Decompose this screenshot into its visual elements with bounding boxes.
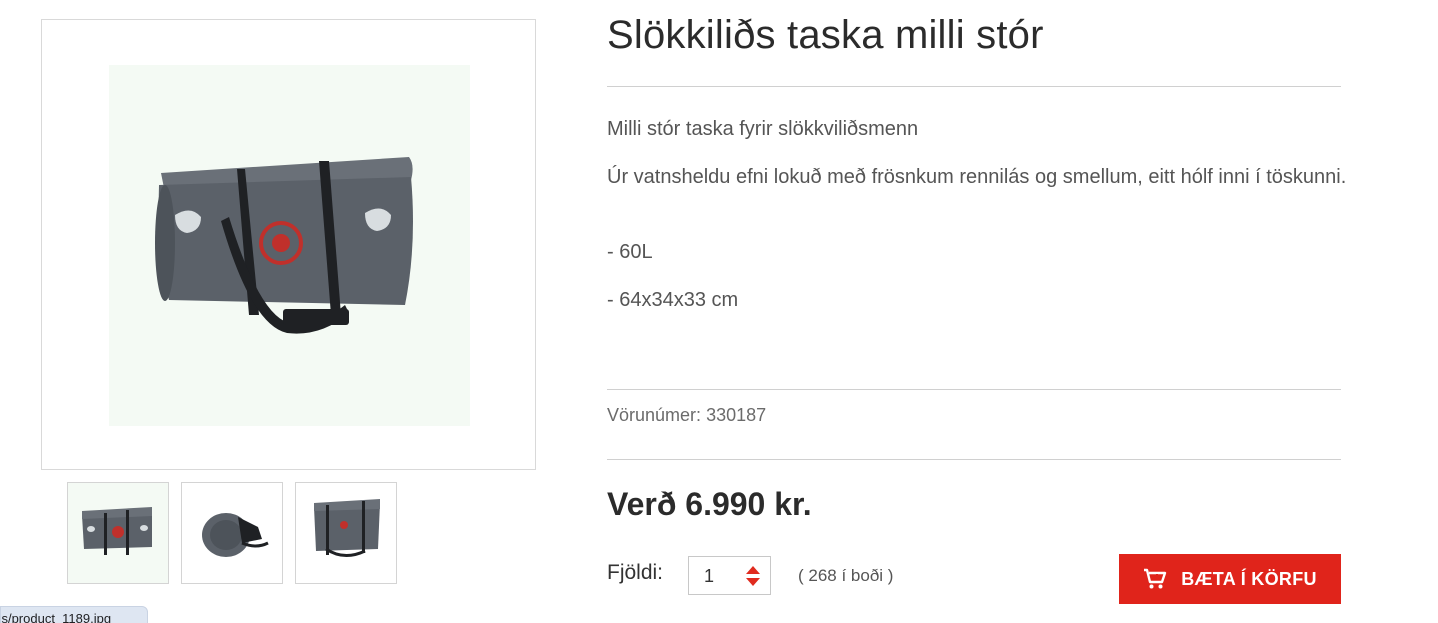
- thumbnail-bag-side-image: [182, 483, 282, 583]
- sku-label: Vörunúmer:: [607, 405, 702, 425]
- divider-middle: [607, 389, 1341, 390]
- thumbnail-bag-front-image: [68, 483, 168, 583]
- stock-availability: ( 268 í boði ): [798, 566, 894, 585]
- quantity-stepper[interactable]: 1: [688, 556, 771, 595]
- add-to-cart-label: BÆTA Í KÖRFU: [1181, 568, 1317, 589]
- caret-up-icon[interactable]: [746, 566, 760, 574]
- quantity-arrows: [746, 563, 760, 589]
- product-description-material: Úr vatnsheldu efni lokuð með frösnkum re…: [607, 166, 1347, 188]
- product-spec-volume: - 60L: [607, 241, 653, 263]
- product-description-intro: Milli stór taska fyrir slökkviliðsmenn: [607, 118, 919, 140]
- duffel-bag-illustration: [155, 157, 413, 334]
- product-sku: Vörunúmer: 330187: [607, 405, 766, 426]
- thumbnail-bag-top-image: [296, 483, 396, 583]
- product-title: Slökkiliðs taska milli stór: [607, 13, 1044, 57]
- product-price: Verð 6.990 kr.: [607, 486, 812, 522]
- divider-bottom: [607, 459, 1341, 460]
- status-bar-url: ges/product_1189.jpg: [0, 606, 148, 623]
- divider-top: [607, 86, 1341, 87]
- thumbnail-1[interactable]: [67, 482, 169, 584]
- product-spec-dimensions: - 64x34x33 cm: [607, 289, 739, 311]
- sku-value: 330187: [706, 405, 767, 425]
- caret-down-icon[interactable]: [746, 578, 760, 586]
- quantity-value[interactable]: 1: [704, 566, 714, 587]
- main-product-image[interactable]: [41, 19, 536, 470]
- add-to-cart-icon: [1144, 568, 1167, 589]
- quantity-label: Fjöldi:: [607, 561, 664, 584]
- thumbnail-3[interactable]: [295, 482, 397, 584]
- add-to-cart-button[interactable]: BÆTA Í KÖRFU: [1119, 554, 1341, 604]
- thumbnail-2[interactable]: [181, 482, 283, 584]
